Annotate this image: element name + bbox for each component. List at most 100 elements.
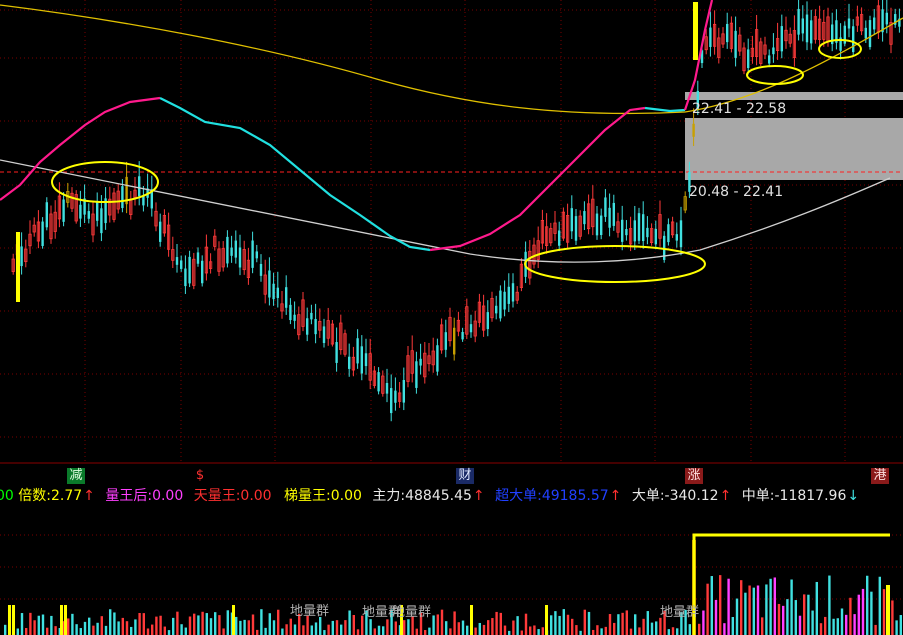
ma-cyan bbox=[644, 106, 686, 113]
volume-bar bbox=[786, 599, 789, 635]
event-flag-gang[interactable]: 港 bbox=[871, 468, 889, 484]
zone-band-upper bbox=[685, 92, 903, 100]
candle-body bbox=[780, 26, 783, 52]
volume-bar bbox=[583, 609, 586, 635]
volume-bar bbox=[340, 624, 343, 635]
volume-bar bbox=[592, 629, 595, 635]
volume-bar bbox=[83, 621, 87, 635]
indicator-value: -340.12 bbox=[664, 488, 719, 504]
indicator-value: 0.00 bbox=[330, 488, 362, 504]
indicator-label: 量王后: bbox=[105, 488, 153, 504]
volume-bar bbox=[348, 610, 351, 635]
event-flag-zhang[interactable]: 涨 bbox=[685, 468, 703, 484]
candle-body bbox=[45, 202, 48, 228]
volume-bar bbox=[735, 598, 739, 635]
volume-bar bbox=[344, 620, 347, 635]
highlight-bar bbox=[16, 232, 20, 302]
event-flag-dollar[interactable]: $ bbox=[191, 468, 209, 484]
volume-bar bbox=[67, 618, 70, 635]
highlight-bar bbox=[693, 2, 698, 60]
volume-bar bbox=[205, 613, 208, 635]
candle-body bbox=[238, 247, 242, 268]
candle-body bbox=[604, 197, 607, 217]
candle-body bbox=[390, 388, 393, 414]
candle-body bbox=[692, 123, 695, 137]
volume-bar bbox=[41, 614, 45, 635]
volume-bar bbox=[8, 605, 11, 635]
volume-bar bbox=[698, 623, 701, 635]
volume-bar bbox=[88, 617, 91, 635]
volume-bar bbox=[64, 605, 67, 635]
volume-bar bbox=[740, 580, 743, 635]
indicator-label: 00 bbox=[0, 488, 14, 504]
candle-body bbox=[637, 213, 641, 241]
volume-bar bbox=[541, 627, 544, 635]
volume-bar bbox=[769, 578, 772, 635]
candle-body bbox=[511, 283, 515, 302]
candle-body bbox=[356, 338, 359, 364]
volume-bar bbox=[403, 620, 406, 635]
volume-bar bbox=[121, 617, 124, 635]
candle-body bbox=[184, 268, 187, 287]
kline-chart[interactable] bbox=[0, 0, 903, 635]
volume-bar bbox=[782, 605, 785, 635]
zone-label-lower: 20.48 - 22.41 bbox=[689, 184, 784, 200]
volume-bar bbox=[723, 623, 726, 635]
volume-bar bbox=[214, 612, 217, 635]
volume-bar bbox=[16, 628, 19, 635]
candle-body bbox=[276, 287, 279, 298]
volume-bar bbox=[428, 627, 431, 635]
arrow-up-icon: ↑ bbox=[609, 488, 622, 504]
candle-body bbox=[100, 208, 103, 234]
grid bbox=[0, 0, 903, 600]
volume-bar bbox=[386, 619, 389, 635]
ma-magenta bbox=[429, 106, 646, 252]
volume-bar bbox=[761, 617, 764, 635]
volume-bar bbox=[575, 625, 578, 635]
volume-bar bbox=[866, 575, 869, 635]
arrow-up-icon: ↑ bbox=[719, 488, 732, 504]
volume-bar bbox=[335, 620, 339, 635]
volume-bar bbox=[50, 615, 53, 635]
arrow-up-icon: ↑ bbox=[472, 488, 485, 504]
event-flag-cai[interactable]: 财 bbox=[456, 468, 474, 484]
candle-body bbox=[234, 240, 237, 258]
volume-bar bbox=[25, 628, 28, 635]
event-flag-jian[interactable]: 减 bbox=[67, 468, 85, 484]
volume-bar bbox=[461, 620, 465, 635]
candle-body bbox=[289, 304, 292, 321]
volume-bar bbox=[512, 620, 515, 635]
volume-bar bbox=[478, 622, 481, 635]
indicator-multiple: 倍数: 2.77↑ bbox=[18, 486, 101, 506]
volume-label: 地量群 bbox=[392, 605, 432, 620]
candle-body bbox=[322, 326, 326, 343]
candle-body bbox=[394, 390, 397, 403]
chart-root[interactable]: 22.41 - 22.58 20.48 - 22.41 减 $ 财 涨 港 00… bbox=[0, 0, 903, 635]
candle-body bbox=[768, 55, 771, 64]
candle-body bbox=[121, 186, 124, 209]
candle-body bbox=[469, 324, 473, 333]
volume-bar bbox=[899, 615, 902, 635]
volume-bar bbox=[373, 628, 376, 635]
volume-bar bbox=[777, 603, 781, 635]
candle-body bbox=[188, 256, 191, 284]
volume-bar bbox=[432, 615, 435, 635]
candle-body bbox=[419, 358, 422, 366]
candle-body bbox=[196, 252, 200, 264]
volume-bar bbox=[92, 625, 95, 635]
volume-bar bbox=[453, 611, 456, 635]
volume-bar bbox=[256, 629, 259, 635]
indicator-label: 天量王: bbox=[193, 488, 241, 504]
volume-bar bbox=[130, 626, 133, 635]
volume-bar bbox=[811, 610, 814, 635]
volume-bar bbox=[176, 611, 179, 635]
candle-body bbox=[41, 221, 44, 246]
volume-bar bbox=[807, 594, 810, 635]
volume-bar bbox=[314, 622, 318, 635]
candle-body bbox=[159, 221, 162, 242]
volume-bar bbox=[109, 609, 112, 635]
candle-body bbox=[612, 202, 615, 226]
volume-bar bbox=[676, 628, 679, 635]
volume-bar bbox=[75, 624, 78, 635]
volume-bar bbox=[20, 613, 24, 635]
